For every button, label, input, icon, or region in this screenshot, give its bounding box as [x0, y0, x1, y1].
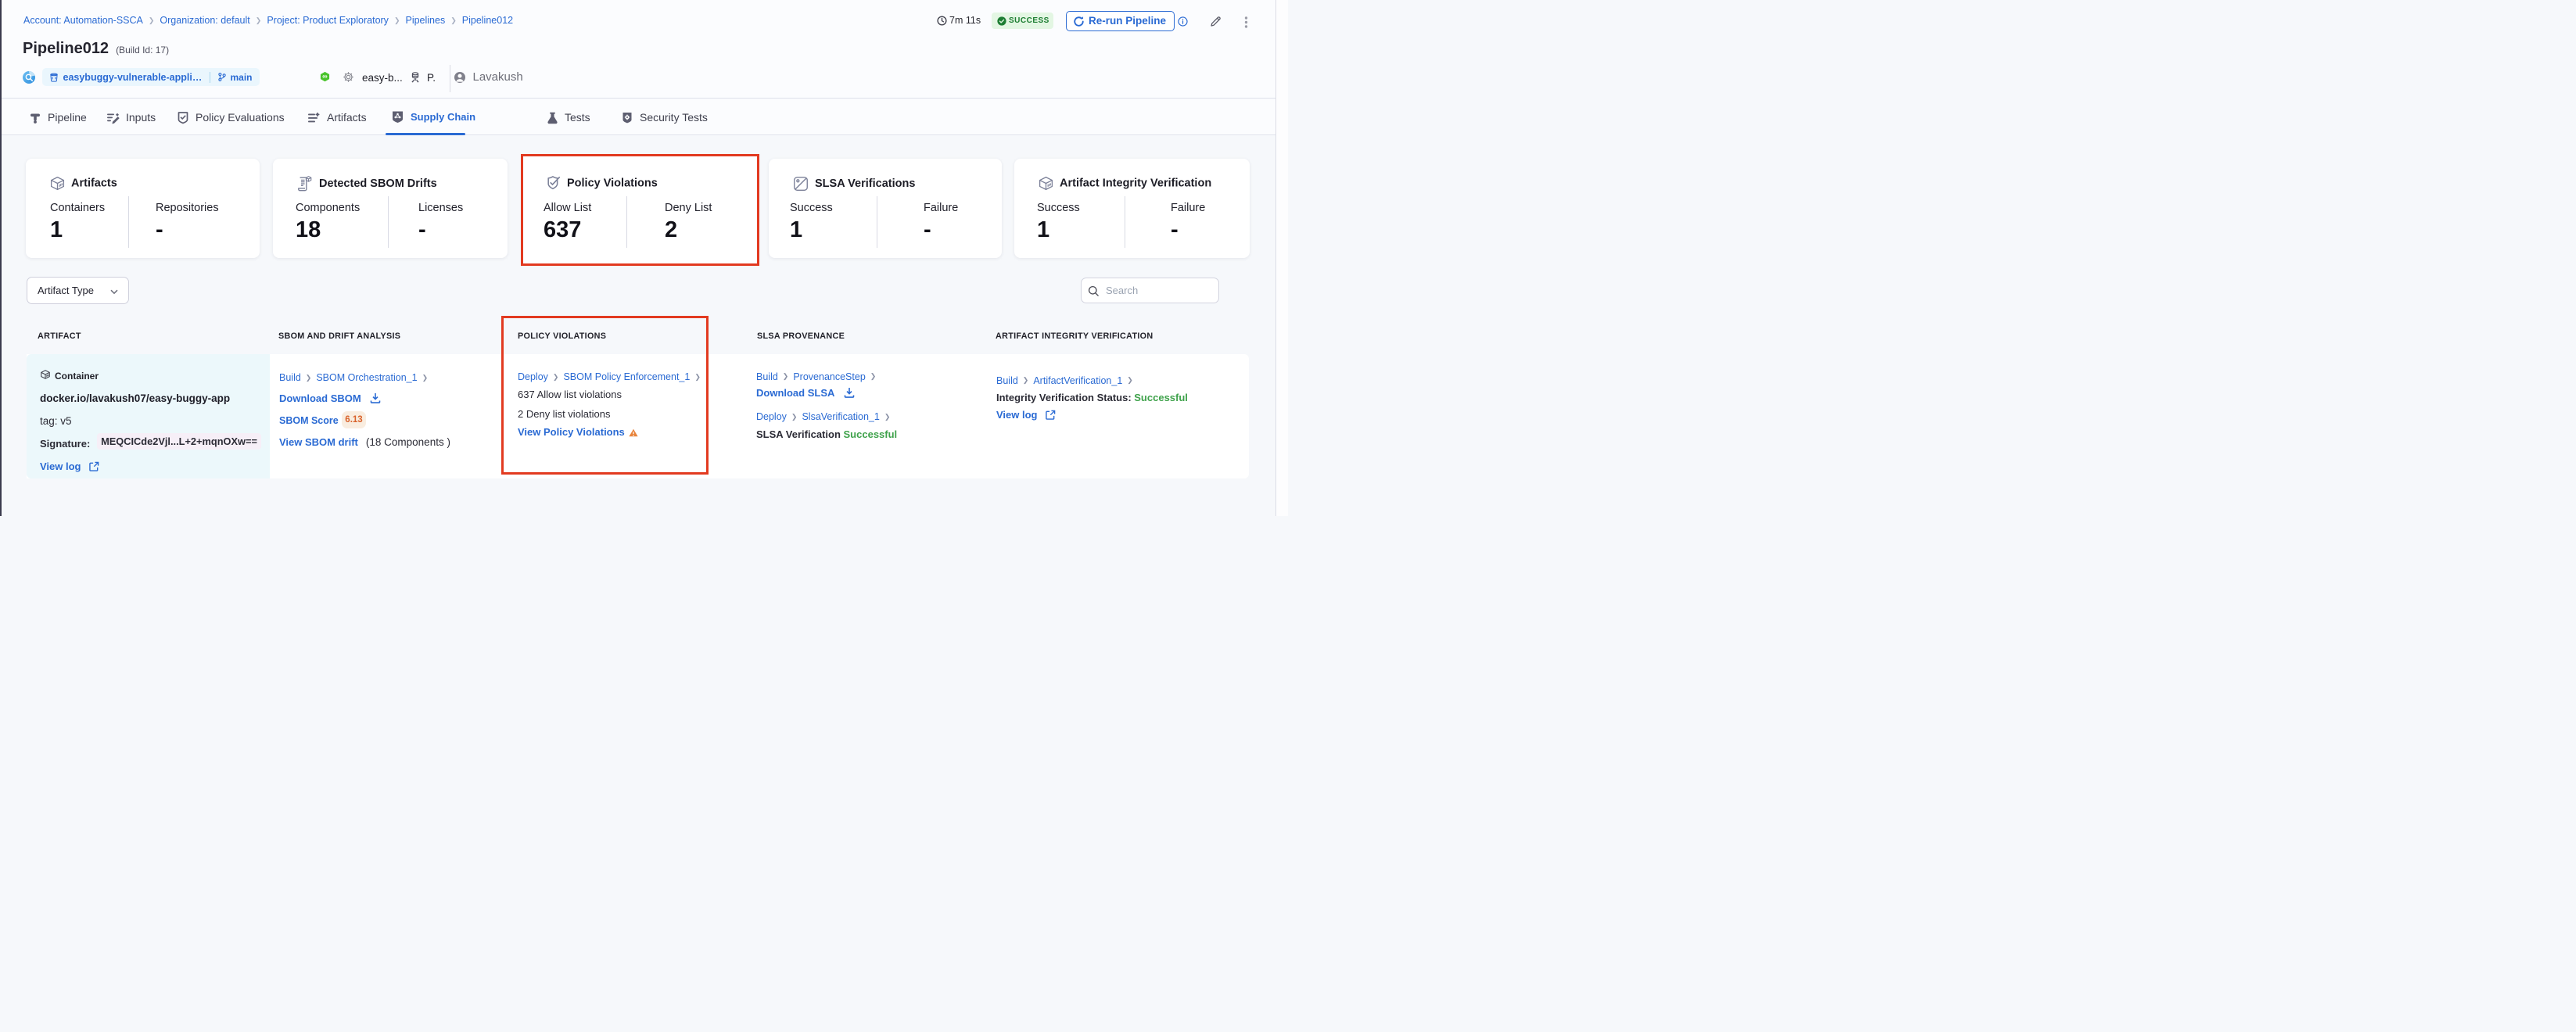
svg-text:∞: ∞	[322, 73, 328, 81]
